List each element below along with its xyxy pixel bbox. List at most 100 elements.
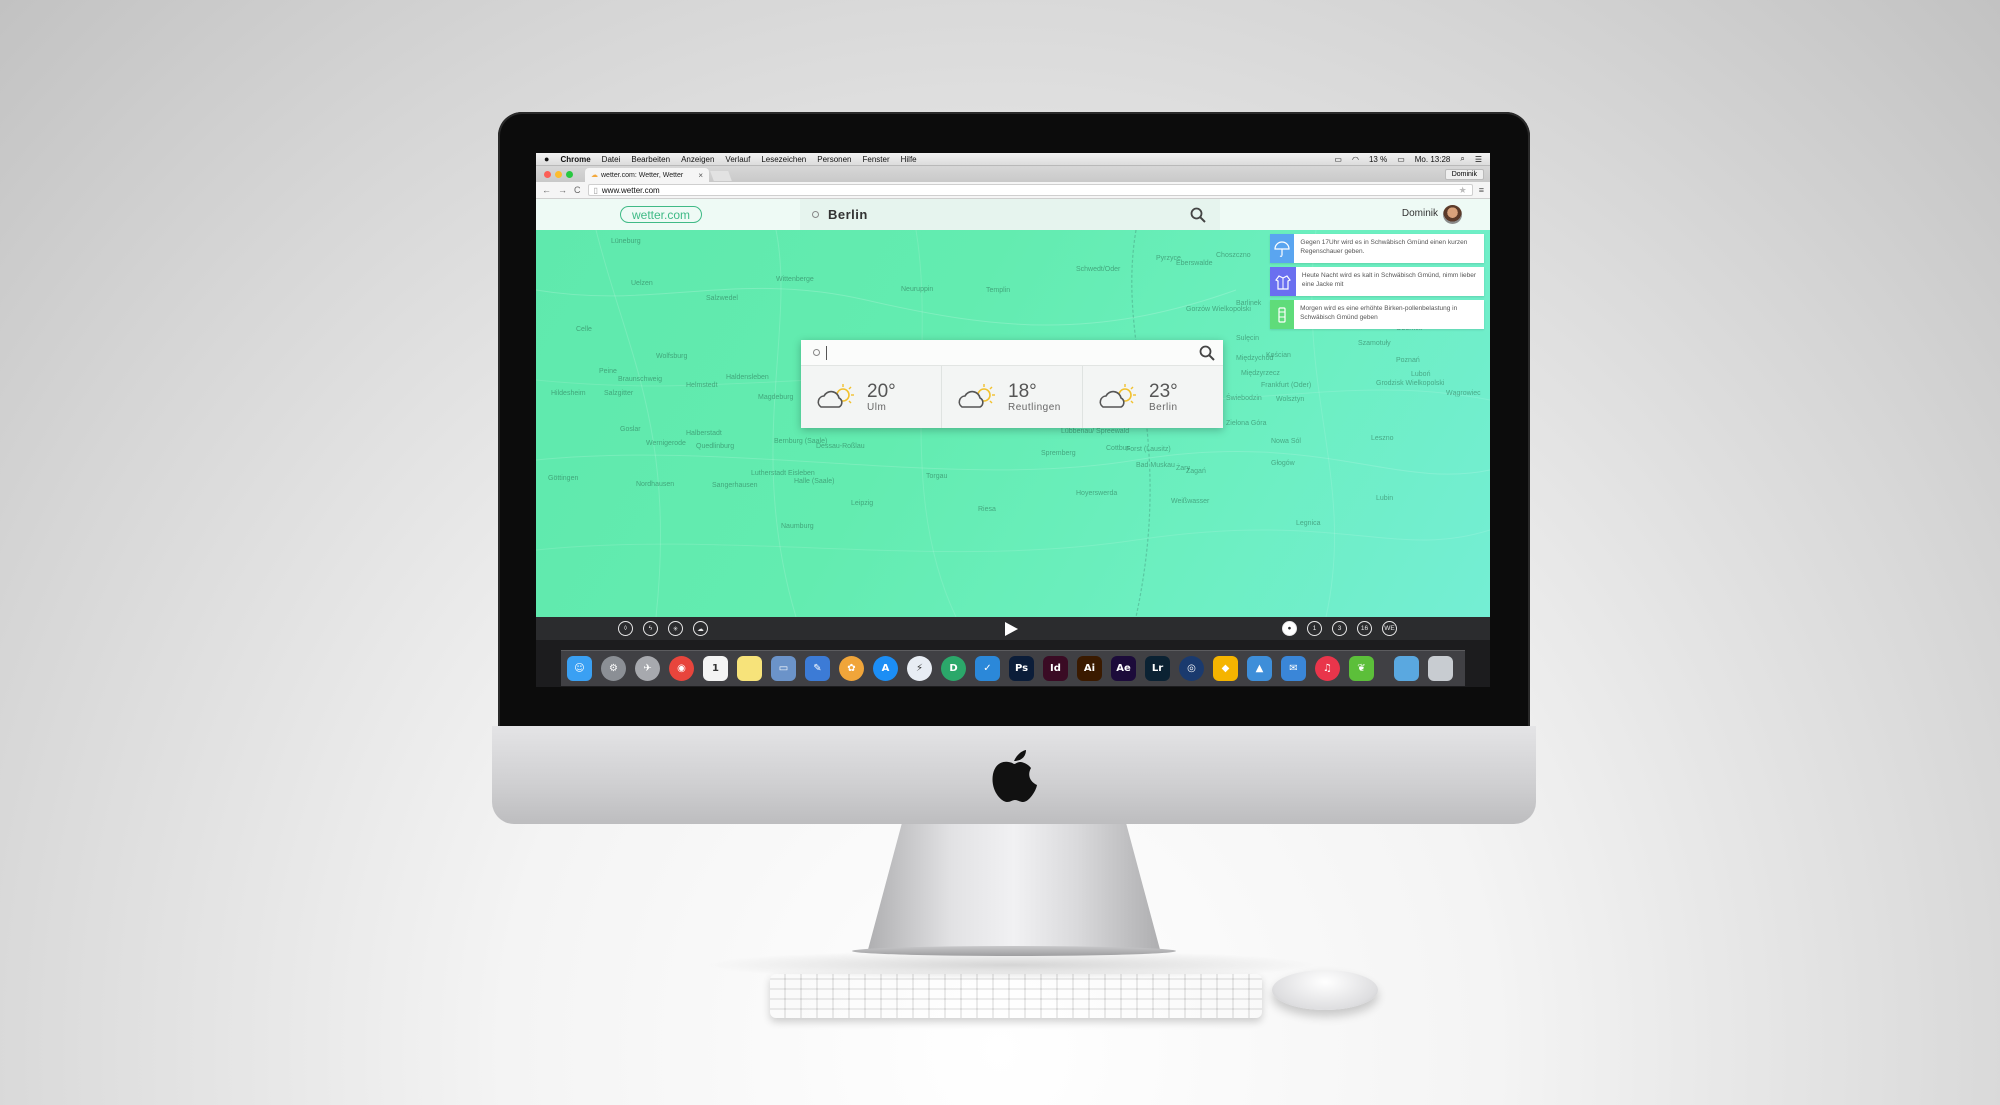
itunes-icon[interactable]: ♫ <box>1315 656 1340 681</box>
notification-cold[interactable]: Heute Nacht wird es kalt in Schwäbisch G… <box>1270 267 1484 296</box>
browser-tab-strip: ☁ wetter.com: Wetter, Wetter × Dominik <box>536 166 1490 182</box>
search-icon[interactable] <box>1199 345 1215 361</box>
preview-icon[interactable]: ▭ <box>771 656 796 681</box>
map-label: Forst (Lausitz) <box>1126 446 1171 453</box>
menu-verlauf[interactable]: Verlauf <box>725 155 750 164</box>
menu-lesezeichen[interactable]: Lesezeichen <box>761 155 806 164</box>
minimize-window-button[interactable] <box>555 171 562 178</box>
partly-cloudy-icon <box>817 384 854 408</box>
calendar-icon[interactable]: 1 <box>703 656 728 681</box>
site-logo[interactable]: wetter.com <box>620 206 703 223</box>
indesign-icon[interactable]: Id <box>1043 656 1068 681</box>
location-button[interactable]: ● <box>1282 621 1297 636</box>
site-header: wetter.com Berlin Dominik <box>536 199 1490 230</box>
notification-center-icon[interactable]: ☰ <box>1475 155 1482 164</box>
magic-mouse <box>1272 970 1378 1010</box>
map-label: Wittenberge <box>776 276 814 283</box>
profile-button[interactable]: Dominik <box>1444 169 1484 180</box>
address-bar[interactable]: ▯ www.wetter.com ★ <box>587 184 1473 196</box>
finder-icon[interactable]: ☺ <box>567 656 592 681</box>
bookmark-star-icon[interactable]: ★ <box>1459 185 1467 196</box>
wunderlist-icon[interactable]: ✓ <box>975 656 1000 681</box>
menu-hilfe[interactable]: Hilfe <box>901 155 917 164</box>
downloads-folder-icon[interactable] <box>1394 656 1419 681</box>
app-store-icon[interactable]: A <box>873 656 898 681</box>
after-effects-icon[interactable]: Ae <box>1111 656 1136 681</box>
close-window-button[interactable] <box>544 171 551 178</box>
image-capture-icon[interactable]: ▲ <box>1247 656 1272 681</box>
day-16-button[interactable]: 16 <box>1357 621 1372 636</box>
browser-menu-icon[interactable]: ≡ <box>1479 185 1484 195</box>
illustrator-icon[interactable]: Ai <box>1077 656 1102 681</box>
macos-dock: ☺ ⚙ ✈ ◉ 1 ▭ ✎ ✿ A ⚡ D ✓ Ps Id Ai Ae Lr ◎ ◆ ▲ ✉ ♫ ❦ <box>561 650 1465 686</box>
page-icon: ▯ <box>593 185 598 195</box>
reload-button[interactable]: C <box>574 185 581 195</box>
search-icon[interactable] <box>1190 207 1206 223</box>
menu-personen[interactable]: Personen <box>817 155 851 164</box>
city-suggestion-berlin[interactable]: 23° Berlin <box>1083 366 1223 428</box>
map-label: Uelzen <box>631 280 653 287</box>
cinema4d-icon[interactable]: ◎ <box>1179 656 1204 681</box>
photos-icon[interactable]: ✿ <box>839 656 864 681</box>
evernote-icon[interactable]: ❦ <box>1349 656 1374 681</box>
weekend-button[interactable]: WE <box>1382 621 1397 636</box>
battery-icon[interactable]: ▭ <box>1397 155 1405 164</box>
wifi-icon[interactable]: ◠ <box>1352 155 1359 164</box>
menu-anzeigen[interactable]: Anzeigen <box>681 155 714 164</box>
location-pin-icon <box>812 211 819 218</box>
new-tab-button[interactable] <box>710 171 732 181</box>
mail-icon[interactable]: ✉ <box>1281 656 1306 681</box>
spotlight-icon[interactable]: ⌕ <box>1460 154 1464 164</box>
notification-text: Morgen wird es eine erhöhte Birken-polle… <box>1300 305 1458 321</box>
sketch-icon[interactable]: ◆ <box>1213 656 1238 681</box>
city-search-row <box>801 340 1223 366</box>
sun-icon[interactable]: ✳ <box>668 621 683 636</box>
notification-rain[interactable]: Gegen 17Uhr wird es in Schwäbisch Gmünd … <box>1270 234 1484 263</box>
browser-tab[interactable]: ☁ wetter.com: Wetter, Wetter × <box>585 168 709 182</box>
clock[interactable]: Mo. 13:28 <box>1415 155 1451 164</box>
play-button[interactable] <box>1005 622 1018 636</box>
apple-menu-icon[interactable]: ● <box>544 154 549 164</box>
dispatch-icon[interactable]: D <box>941 656 966 681</box>
city-suggestion-ulm[interactable]: 20° Ulm <box>801 366 942 428</box>
chrome-icon[interactable]: ◉ <box>669 656 694 681</box>
photoshop-icon[interactable]: Ps <box>1009 656 1034 681</box>
notes-icon[interactable] <box>737 656 762 681</box>
menu-bearbeiten[interactable]: Bearbeiten <box>631 155 670 164</box>
map-label: Haldensleben <box>726 374 769 381</box>
trash-icon[interactable] <box>1428 656 1453 681</box>
day-3-button[interactable]: 3 <box>1332 621 1347 636</box>
drop-icon[interactable]: ◊ <box>618 621 633 636</box>
forward-button[interactable]: → <box>558 185 567 195</box>
avatar[interactable] <box>1443 205 1462 224</box>
zoom-window-button[interactable] <box>566 171 573 178</box>
city-search-input[interactable] <box>826 345 1026 360</box>
day-1-button[interactable]: 1 <box>1307 621 1322 636</box>
map-label: Dessau-Roßlau <box>816 443 865 450</box>
system-preferences-icon[interactable]: ⚙ <box>601 656 626 681</box>
menu-fenster[interactable]: Fenster <box>863 155 890 164</box>
menu-datei[interactable]: Datei <box>602 155 621 164</box>
website: wetter.com Berlin Dominik Lüneburg Uelze… <box>536 199 1490 640</box>
menu-chrome[interactable]: Chrome <box>560 155 590 164</box>
lightroom-icon[interactable]: Lr <box>1145 656 1170 681</box>
user-name[interactable]: Dominik <box>1402 208 1438 219</box>
macos-menubar: ● Chrome Datei Bearbeiten Anzeigen Verla… <box>536 153 1490 166</box>
wind-icon[interactable]: ϟ <box>643 621 658 636</box>
messenger-icon[interactable]: ⚡ <box>907 656 932 681</box>
back-button[interactable]: ← <box>542 185 551 195</box>
map-label: Hildesheim <box>551 390 586 397</box>
tab-close-icon[interactable]: × <box>698 171 703 180</box>
city-temperature: 20° <box>867 380 896 402</box>
city-name: Ulm <box>867 401 887 413</box>
launchpad-icon[interactable]: ✈ <box>635 656 660 681</box>
xcode-icon[interactable]: ✎ <box>805 656 830 681</box>
city-suggestion-reutlingen[interactable]: 18° Reutlingen <box>942 366 1083 428</box>
cloud-icon[interactable]: ☁ <box>693 621 708 636</box>
weather-map[interactable]: Lüneburg Uelzen Salzwedel Wittenberge Neurup… <box>536 230 1490 617</box>
partly-cloudy-icon <box>1099 384 1136 408</box>
map-label: Barlinek <box>1236 300 1262 307</box>
notification-pollen[interactable]: Morgen wird es eine erhöhte Birken-polle… <box>1270 300 1484 329</box>
location-search-bar[interactable]: Berlin <box>800 199 1220 230</box>
airplay-icon[interactable]: ▭ <box>1334 155 1342 164</box>
